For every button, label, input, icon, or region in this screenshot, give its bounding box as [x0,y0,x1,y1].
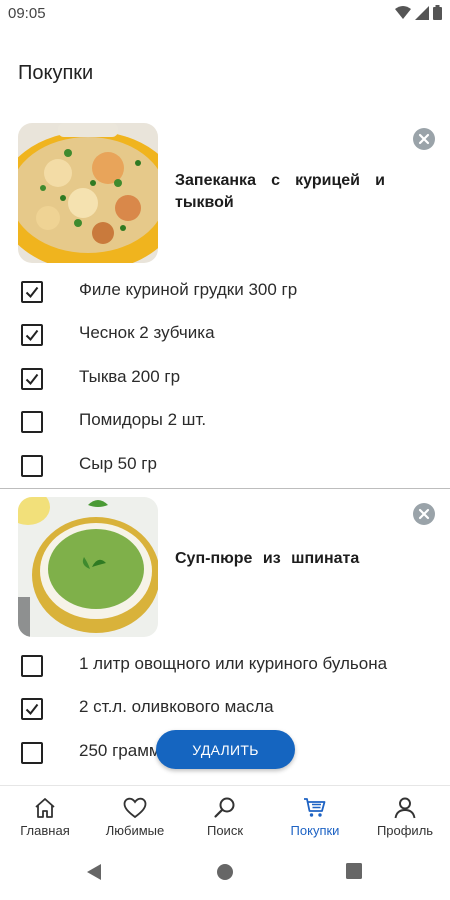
ingredient-label: 2 ст.л. оливкового масла [79,697,274,716]
ingredient-checkbox[interactable] [21,411,43,433]
back-triangle-icon [87,864,101,880]
wifi-icon [395,5,411,19]
ingredient-row[interactable]: 1 литр овощного или куриного бульона [0,646,450,686]
check-icon [25,286,39,299]
ingredient-checkbox[interactable] [21,655,43,677]
recipe-image-soup[interactable] [18,497,158,637]
home-icon [35,798,55,818]
nav-label: Любимые [105,823,165,838]
ingredient-label: Филе куриной грудки 300 гр [79,280,298,299]
ingredient-checkbox[interactable] [21,698,43,720]
nav-label: Поиск [206,823,244,838]
nav-item-shopping[interactable]: Покупки [270,786,360,846]
recipe-title: Суп-пюре из шпината [175,550,360,567]
ingredient-label: Чеснок 2 зубчика [79,323,215,342]
ingredient-row[interactable]: Филе куриной грудки 300 гр [0,272,450,312]
nav-item-profile[interactable]: Профиль [360,786,450,846]
shopping-list[interactable]: Запеканка с курицей и тыквой Филе курино… [0,115,450,785]
ingredient-row[interactable]: Помидоры 2 шт. [0,402,450,442]
nav-item-home[interactable]: Главная [0,786,90,846]
bottom-nav: Главная Любимые Поиск Покупки Профиль [0,785,450,846]
check-icon [25,703,39,716]
ingredient-label: Сыр 50 гр [79,454,157,473]
home-circle-icon [217,864,233,880]
nav-label: Главная [20,823,70,838]
recipe-title: Запеканка с курицей и тыквой [175,172,385,211]
system-nav-bar [0,845,450,900]
ingredient-checkbox[interactable] [21,742,43,764]
remove-recipe-button[interactable] [413,503,435,525]
signal-icon [415,5,429,20]
page-title: Покупки [18,62,94,84]
ingredient-row[interactable]: Тыква 200 гр [0,359,450,399]
status-time: 09:05 [8,5,46,22]
close-circle-icon [413,128,435,150]
nav-label: Покупки [290,823,340,838]
ingredient-row[interactable]: Сыр 50 гр [0,446,450,486]
ingredient-label: 1 литр овощного или куриного бульона [79,654,388,673]
ingredient-checkbox[interactable] [21,455,43,477]
nav-label: Профиль [376,823,434,838]
nav-item-search[interactable]: Поиск [180,786,270,846]
nav-item-favorites[interactable]: Любимые [90,786,180,846]
check-icon [25,329,39,342]
check-icon [25,373,39,386]
ingredient-label: Помидоры 2 шт. [79,410,207,429]
ingredient-row[interactable]: Чеснок 2 зубчика [0,315,450,355]
ingredient-row[interactable]: 2 ст.л. оливкового масла [0,689,450,729]
profile-icon [394,797,416,819]
ingredient-label: Тыква 200 гр [79,367,181,386]
ingredient-checkbox[interactable] [21,368,43,390]
recents-square-icon [346,863,362,879]
ingredient-checkbox[interactable] [21,281,43,303]
recents-button[interactable] [346,863,362,884]
recipe-image-casserole[interactable] [18,123,158,263]
ingredient-checkbox[interactable] [21,324,43,346]
search-icon [214,797,235,818]
divider [0,488,450,489]
back-button[interactable] [86,863,102,886]
status-icons [395,5,442,20]
home-system-button[interactable] [216,863,234,886]
close-circle-icon [413,503,435,525]
cart-icon [304,798,326,817]
battery-icon [433,5,442,20]
remove-recipe-button[interactable] [413,128,435,150]
status-bar: 09:05 [0,0,450,28]
delete-button[interactable]: УДАЛИТЬ [156,730,295,769]
heart-icon [123,797,147,819]
